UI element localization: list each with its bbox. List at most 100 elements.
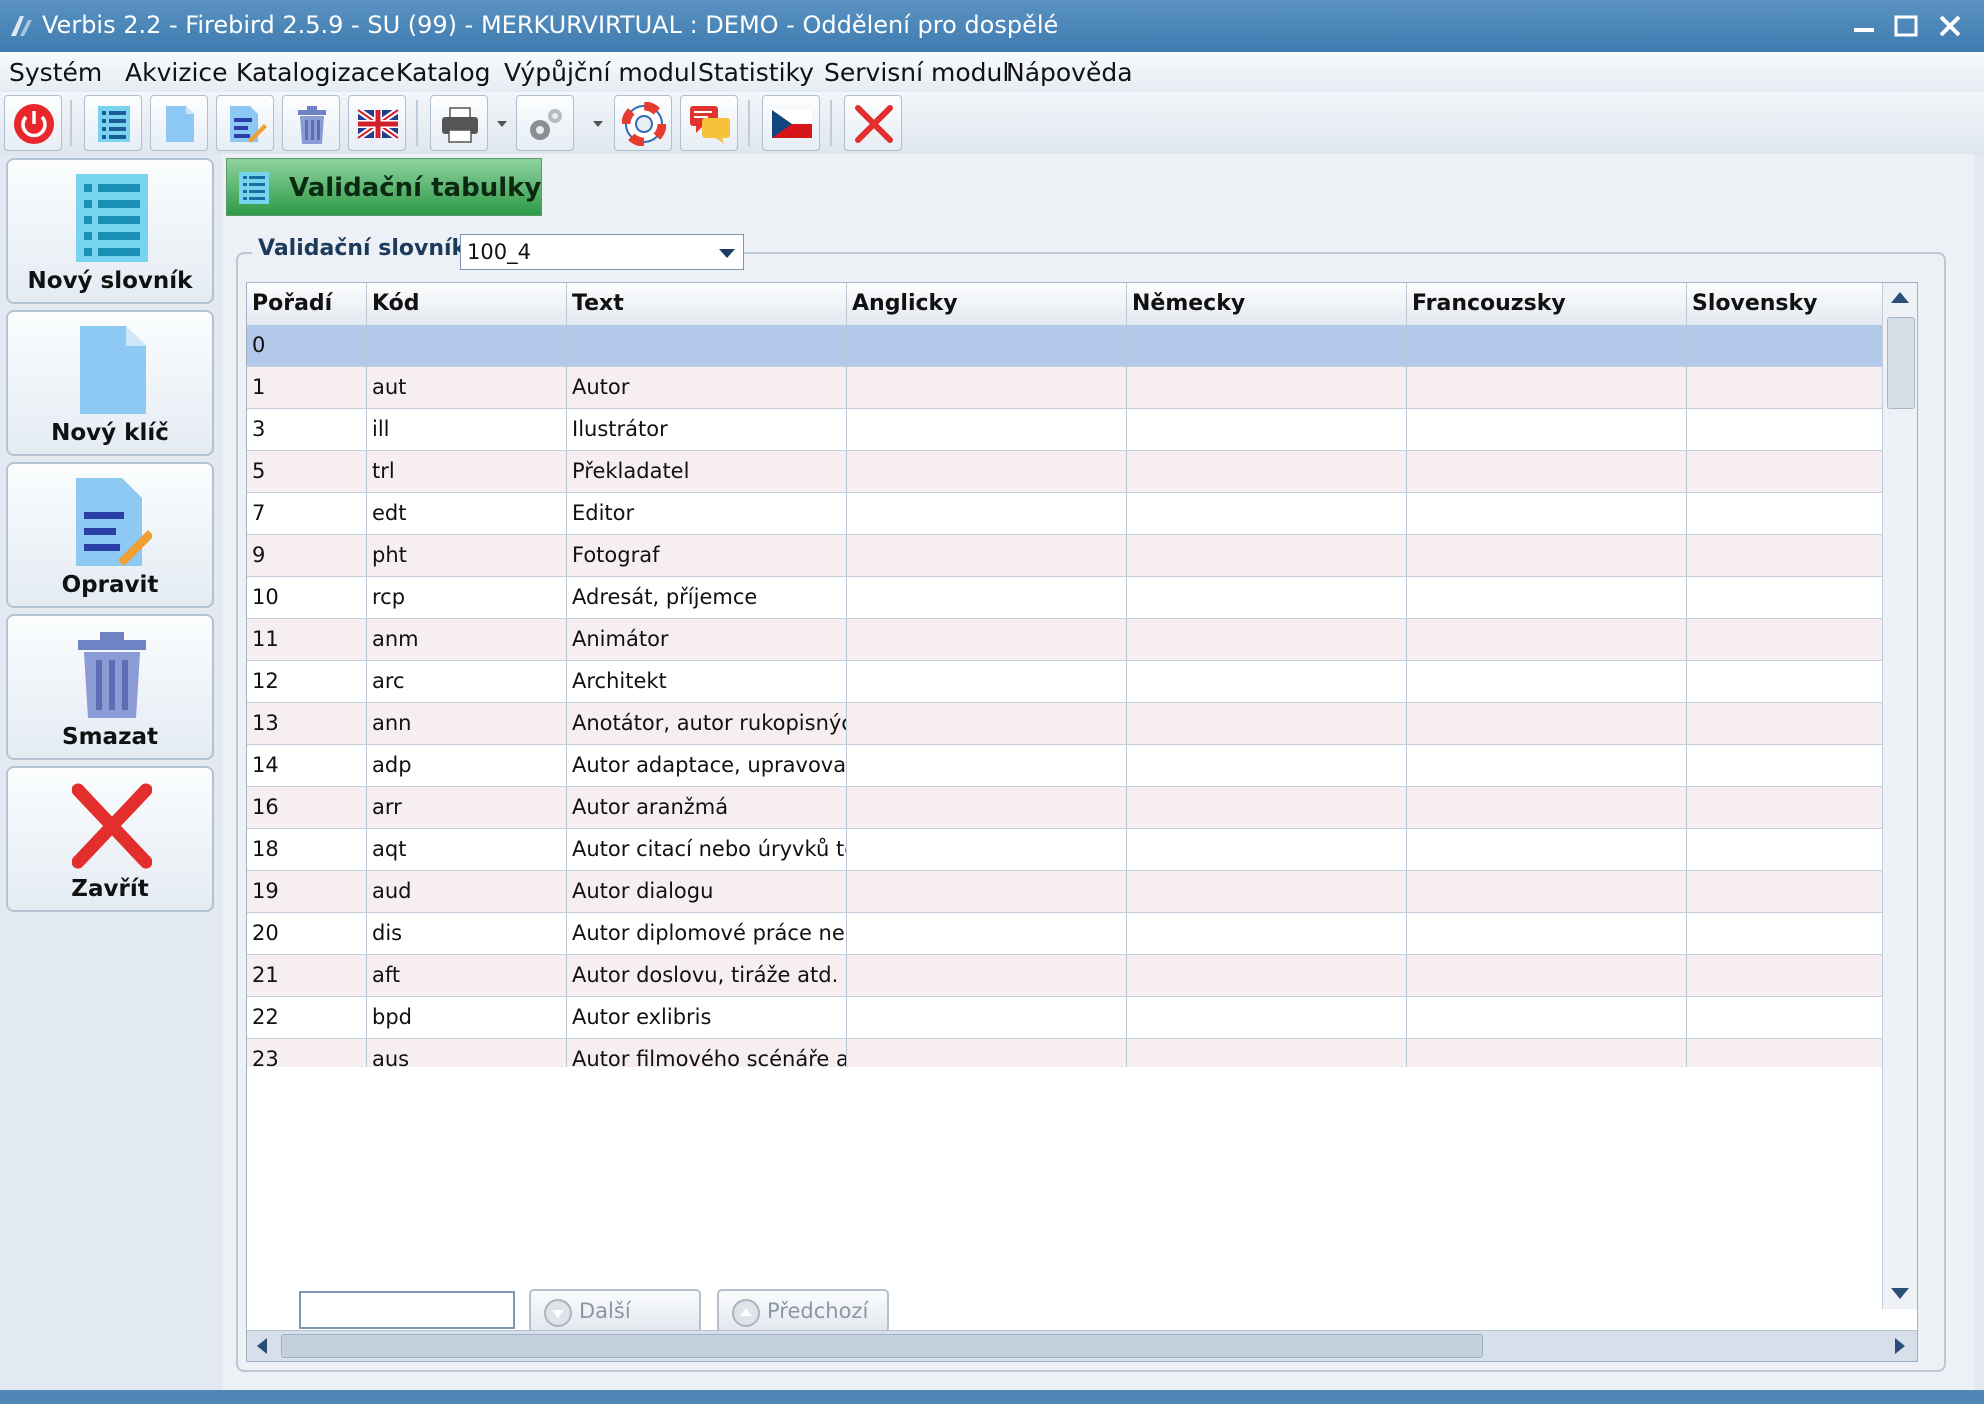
next-button[interactable]: Další bbox=[529, 1289, 701, 1333]
print-dropdown-icon[interactable] bbox=[494, 95, 510, 151]
column-header-german[interactable]: Německy bbox=[1127, 283, 1407, 325]
horizontal-scroll-thumb[interactable] bbox=[281, 1334, 1483, 1358]
menu-cataloguing[interactable]: Katalogizace bbox=[236, 58, 395, 87]
cell-text: Autor adaptace, upravovatel bbox=[567, 745, 847, 786]
cell-german bbox=[1127, 787, 1407, 828]
power-button[interactable] bbox=[4, 95, 62, 151]
menu-circulation[interactable]: Výpůjční modul bbox=[504, 58, 697, 87]
table-row[interactable]: 11 anm Animátor bbox=[247, 619, 1905, 661]
cell-slovak bbox=[1687, 619, 1905, 660]
scroll-left-icon[interactable] bbox=[253, 1336, 271, 1356]
delete-label: Smazat bbox=[62, 724, 158, 750]
cell-french bbox=[1407, 535, 1687, 576]
table-row[interactable]: 1 aut Autor bbox=[247, 367, 1905, 409]
menu-acquisition[interactable]: Akvizice bbox=[125, 58, 228, 87]
table-row[interactable]: 13 ann Anotátor, autor rukopisných bbox=[247, 703, 1905, 745]
column-header-text[interactable]: Text bbox=[567, 283, 847, 325]
cell-code: edt bbox=[367, 493, 567, 534]
minimize-icon[interactable] bbox=[1846, 8, 1882, 44]
table-row[interactable]: 18 aqt Autor citací nebo úryvků tex bbox=[247, 829, 1905, 871]
cell-english bbox=[847, 871, 1127, 912]
maximize-icon[interactable] bbox=[1888, 8, 1924, 44]
search-input[interactable] bbox=[299, 1291, 515, 1329]
cell-order: 21 bbox=[247, 955, 367, 996]
cell-code: aus bbox=[367, 1039, 567, 1067]
cell-order: 0 bbox=[247, 325, 367, 366]
cell-english bbox=[847, 451, 1127, 492]
edit-button[interactable]: Opravit bbox=[6, 462, 214, 608]
messages-button[interactable] bbox=[680, 95, 738, 151]
cell-english bbox=[847, 367, 1127, 408]
cell-slovak bbox=[1687, 367, 1905, 408]
close-icon bbox=[72, 783, 152, 869]
table-row[interactable]: 22 bpd Autor exlibris bbox=[247, 997, 1905, 1039]
table-row[interactable]: 21 aft Autor doslovu, tiráže atd. bbox=[247, 955, 1905, 997]
column-header-order[interactable]: Pořadí bbox=[247, 283, 367, 325]
cell-slovak bbox=[1687, 535, 1905, 576]
print-button[interactable] bbox=[430, 95, 488, 151]
cell-german bbox=[1127, 745, 1407, 786]
document-button[interactable] bbox=[150, 95, 208, 151]
horizontal-scrollbar[interactable] bbox=[247, 1330, 1917, 1361]
column-header-english[interactable]: Anglicky bbox=[847, 283, 1127, 325]
close-button[interactable] bbox=[844, 95, 902, 151]
menu-help[interactable]: Nápověda bbox=[1006, 58, 1133, 87]
scroll-down-icon[interactable] bbox=[1887, 1283, 1913, 1303]
table-row[interactable]: 19 aud Autor dialogu bbox=[247, 871, 1905, 913]
table-row[interactable]: 5 trl Překladatel bbox=[247, 451, 1905, 493]
toolbar-separator bbox=[830, 100, 832, 146]
new-dictionary-label: Nový slovník bbox=[27, 268, 193, 294]
menu-catalog[interactable]: Katalog bbox=[396, 58, 491, 87]
menu-system[interactable]: Systém bbox=[9, 58, 102, 87]
new-dictionary-button[interactable]: Nový slovník bbox=[6, 158, 214, 304]
cell-order: 7 bbox=[247, 493, 367, 534]
column-header-code[interactable]: Kód bbox=[367, 283, 567, 325]
new-key-button[interactable]: Nový klíč bbox=[6, 310, 214, 456]
table-row[interactable]: 16 arr Autor aranžmá bbox=[247, 787, 1905, 829]
cell-english bbox=[847, 997, 1127, 1038]
table-row[interactable]: 14 adp Autor adaptace, upravovatel bbox=[247, 745, 1905, 787]
table-row[interactable]: 10 rcp Adresát, příjemce bbox=[247, 577, 1905, 619]
tab-validation-tables[interactable]: Validační tabulky bbox=[226, 158, 542, 216]
table-row[interactable]: 7 edt Editor bbox=[247, 493, 1905, 535]
cell-code bbox=[367, 325, 567, 366]
settings-dropdown-icon[interactable] bbox=[590, 95, 606, 151]
dictionary-select[interactable]: 100_4 bbox=[460, 234, 744, 270]
help-button[interactable] bbox=[614, 95, 672, 151]
column-header-slovak[interactable]: Slovensky bbox=[1687, 283, 1905, 325]
cell-french bbox=[1407, 661, 1687, 702]
table-row[interactable]: 3 ill Ilustrátor bbox=[247, 409, 1905, 451]
language-en-button[interactable] bbox=[348, 95, 406, 151]
cell-code: anm bbox=[367, 619, 567, 660]
delete-button[interactable]: Smazat bbox=[6, 614, 214, 760]
list-button[interactable] bbox=[84, 95, 142, 151]
cell-french bbox=[1407, 913, 1687, 954]
scroll-right-icon[interactable] bbox=[1891, 1336, 1909, 1356]
edit-icon bbox=[230, 106, 267, 143]
close-panel-button[interactable]: Zavřít bbox=[6, 766, 214, 912]
settings-button[interactable] bbox=[516, 95, 574, 151]
table-row[interactable]: 9 pht Fotograf bbox=[247, 535, 1905, 577]
edit-button[interactable] bbox=[216, 95, 274, 151]
arrow-up-icon bbox=[732, 1299, 760, 1327]
menu-service[interactable]: Servisní modul bbox=[824, 58, 1009, 87]
cell-slovak bbox=[1687, 913, 1905, 954]
menu-statistics[interactable]: Statistiky bbox=[698, 58, 814, 87]
column-header-french[interactable]: Francouzsky bbox=[1407, 283, 1687, 325]
table-row[interactable]: 23 aus Autor filmového scénáře atc bbox=[247, 1039, 1905, 1067]
cell-order: 13 bbox=[247, 703, 367, 744]
vertical-scrollbar[interactable] bbox=[1882, 283, 1917, 1309]
table-row[interactable]: 20 dis Autor diplomové práce nebo bbox=[247, 913, 1905, 955]
scroll-up-icon[interactable] bbox=[1887, 287, 1913, 307]
cell-text: Editor bbox=[567, 493, 847, 534]
cell-german bbox=[1127, 913, 1407, 954]
list-icon bbox=[98, 106, 130, 142]
table-row[interactable]: 12 arc Architekt bbox=[247, 661, 1905, 703]
vertical-scroll-thumb[interactable] bbox=[1887, 317, 1915, 409]
previous-button[interactable]: Předchozí bbox=[717, 1289, 889, 1333]
language-cz-button[interactable] bbox=[762, 95, 820, 151]
cell-english bbox=[847, 577, 1127, 618]
table-row-selected[interactable]: 0 bbox=[247, 325, 1905, 367]
trash-button[interactable] bbox=[282, 95, 340, 151]
window-close-icon[interactable] bbox=[1932, 8, 1968, 44]
